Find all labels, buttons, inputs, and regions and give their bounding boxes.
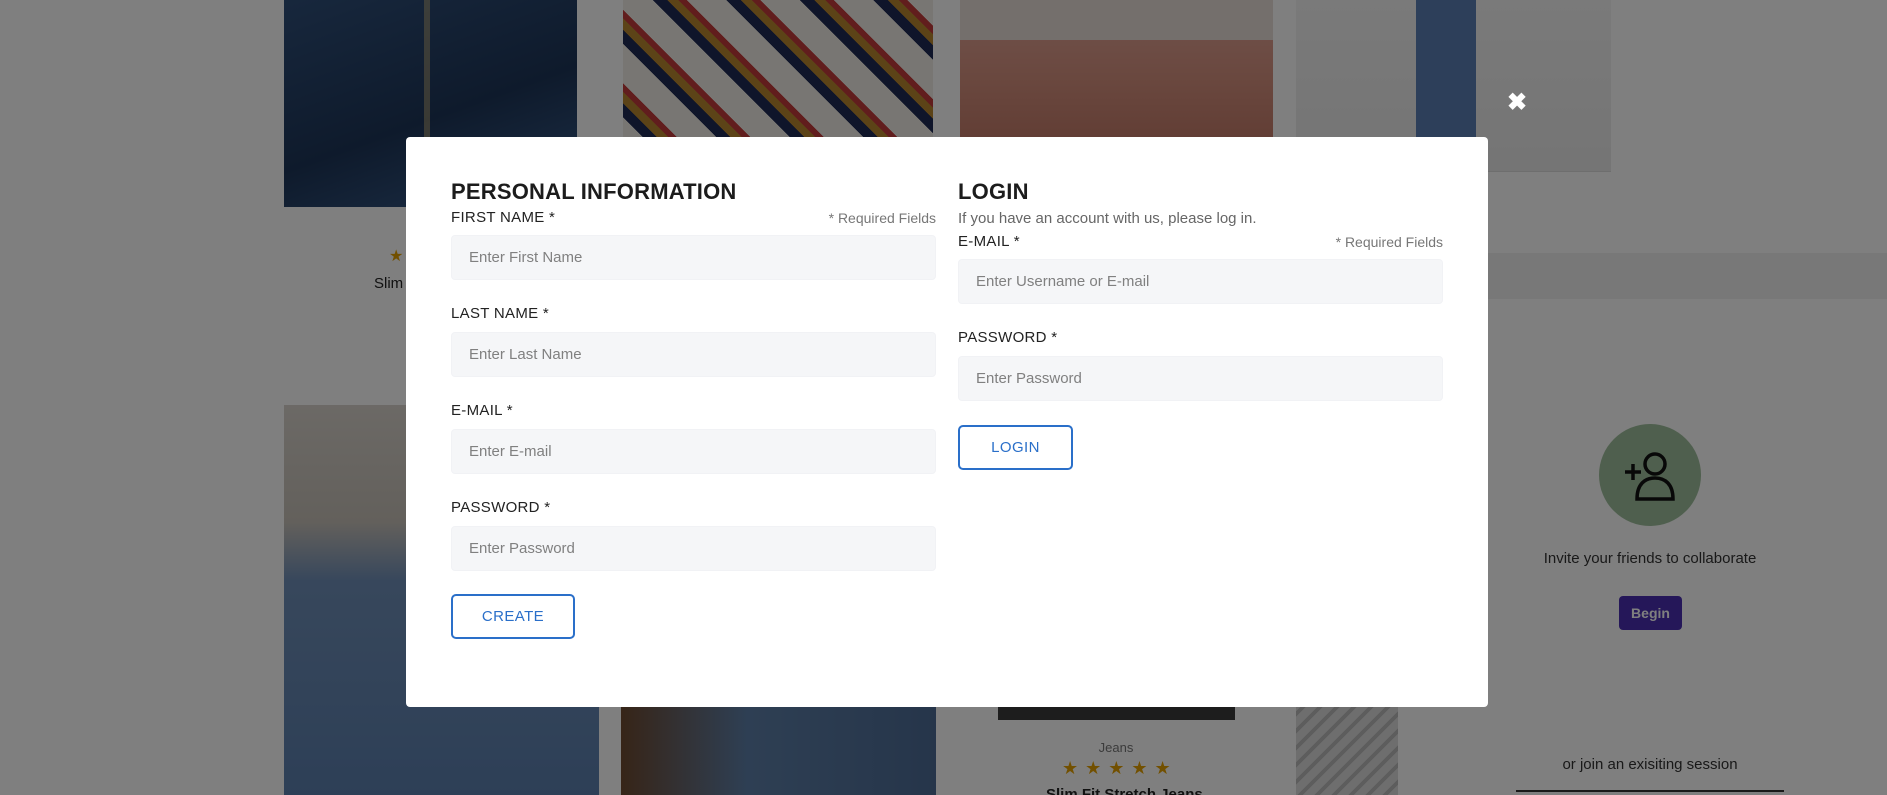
create-button[interactable]: CREATE: [451, 594, 575, 639]
account-modal: PERSONAL INFORMATION FIRST NAME * * Requ…: [406, 137, 1488, 707]
required-fields-note: * Required Fields: [1335, 234, 1443, 250]
last-name-input[interactable]: [451, 332, 936, 377]
first-name-input[interactable]: [451, 235, 936, 280]
first-name-label: FIRST NAME *: [451, 209, 556, 226]
email-label: E-MAIL *: [451, 402, 513, 419]
email-input[interactable]: [451, 429, 936, 474]
password-input[interactable]: [451, 526, 936, 571]
login-email-input[interactable]: [958, 259, 1443, 304]
last-name-label: LAST NAME *: [451, 305, 550, 322]
login-password-input[interactable]: [958, 356, 1443, 401]
login-email-label: E-MAIL *: [958, 233, 1020, 250]
close-icon[interactable]: ✖: [1504, 90, 1530, 116]
required-fields-note: * Required Fields: [828, 210, 936, 226]
personal-information-title: PERSONAL INFORMATION: [451, 179, 737, 204]
login-title: LOGIN: [958, 179, 1029, 204]
login-password-label: PASSWORD *: [958, 329, 1058, 346]
login-subtitle: If you have an account with us, please l…: [958, 210, 1257, 227]
login-button[interactable]: LOGIN: [958, 425, 1073, 470]
password-label: PASSWORD *: [451, 499, 551, 516]
